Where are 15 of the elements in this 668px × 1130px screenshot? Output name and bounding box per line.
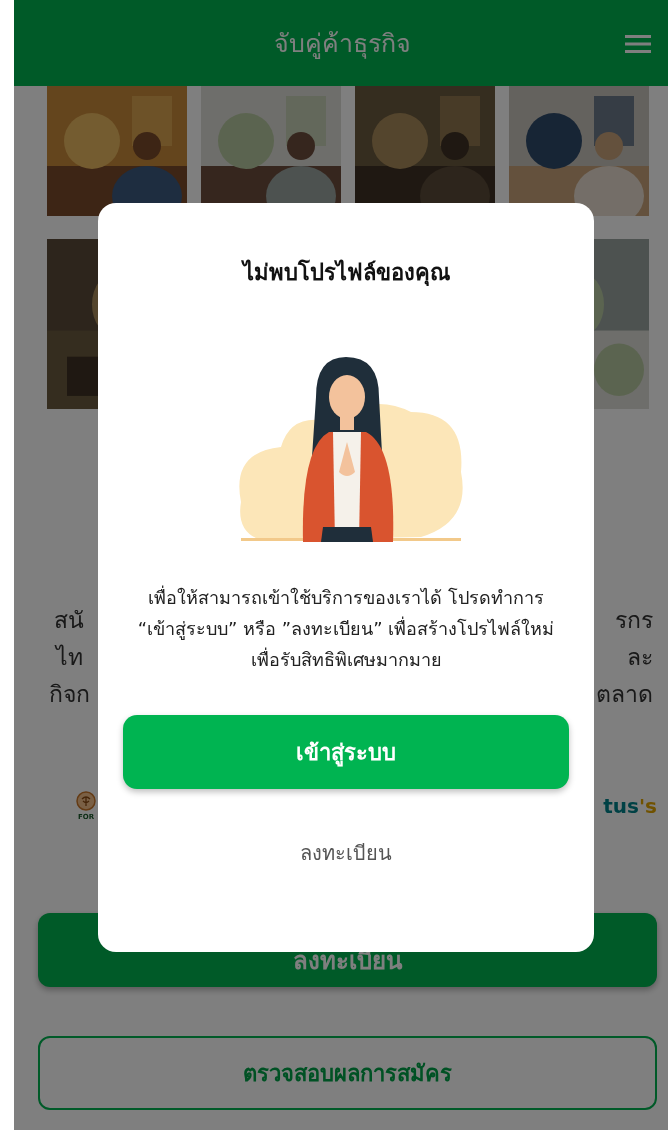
page-title: จับคู่ค้าธุรกิจ — [274, 28, 411, 61]
check-status-button[interactable]: ตรวจสอบผลการสมัคร — [38, 1036, 657, 1110]
intro-text: ละ — [627, 643, 653, 672]
intro-text: สนั — [54, 606, 84, 635]
intro-text: รกร — [615, 606, 653, 635]
brand-logo: tus's — [603, 794, 657, 818]
intro-text: ตลาด — [596, 680, 653, 709]
dialog-title: ไม่พบโปรไฟล์ของคุณ — [242, 258, 450, 288]
emblem-icon — [76, 791, 96, 811]
register-link[interactable]: ลงทะเบียน — [300, 837, 392, 869]
menu-icon[interactable] — [625, 34, 651, 54]
dialog-message: เพื่อให้สามารถเข้าใช้บริการของเราได้ โปรดทำการ “เข้าสู่ระบบ” หรือ ”ลงทะเบียน” เพื่อสร้างโปรไฟล์ใหม่เพื่อรับสิทธิพิเศษมากมาย — [136, 584, 556, 672]
intro-text: กิจก — [48, 680, 90, 709]
intro-text: ไท — [55, 643, 83, 672]
login-button[interactable]: เข้าสู่ระบบ — [123, 715, 569, 789]
